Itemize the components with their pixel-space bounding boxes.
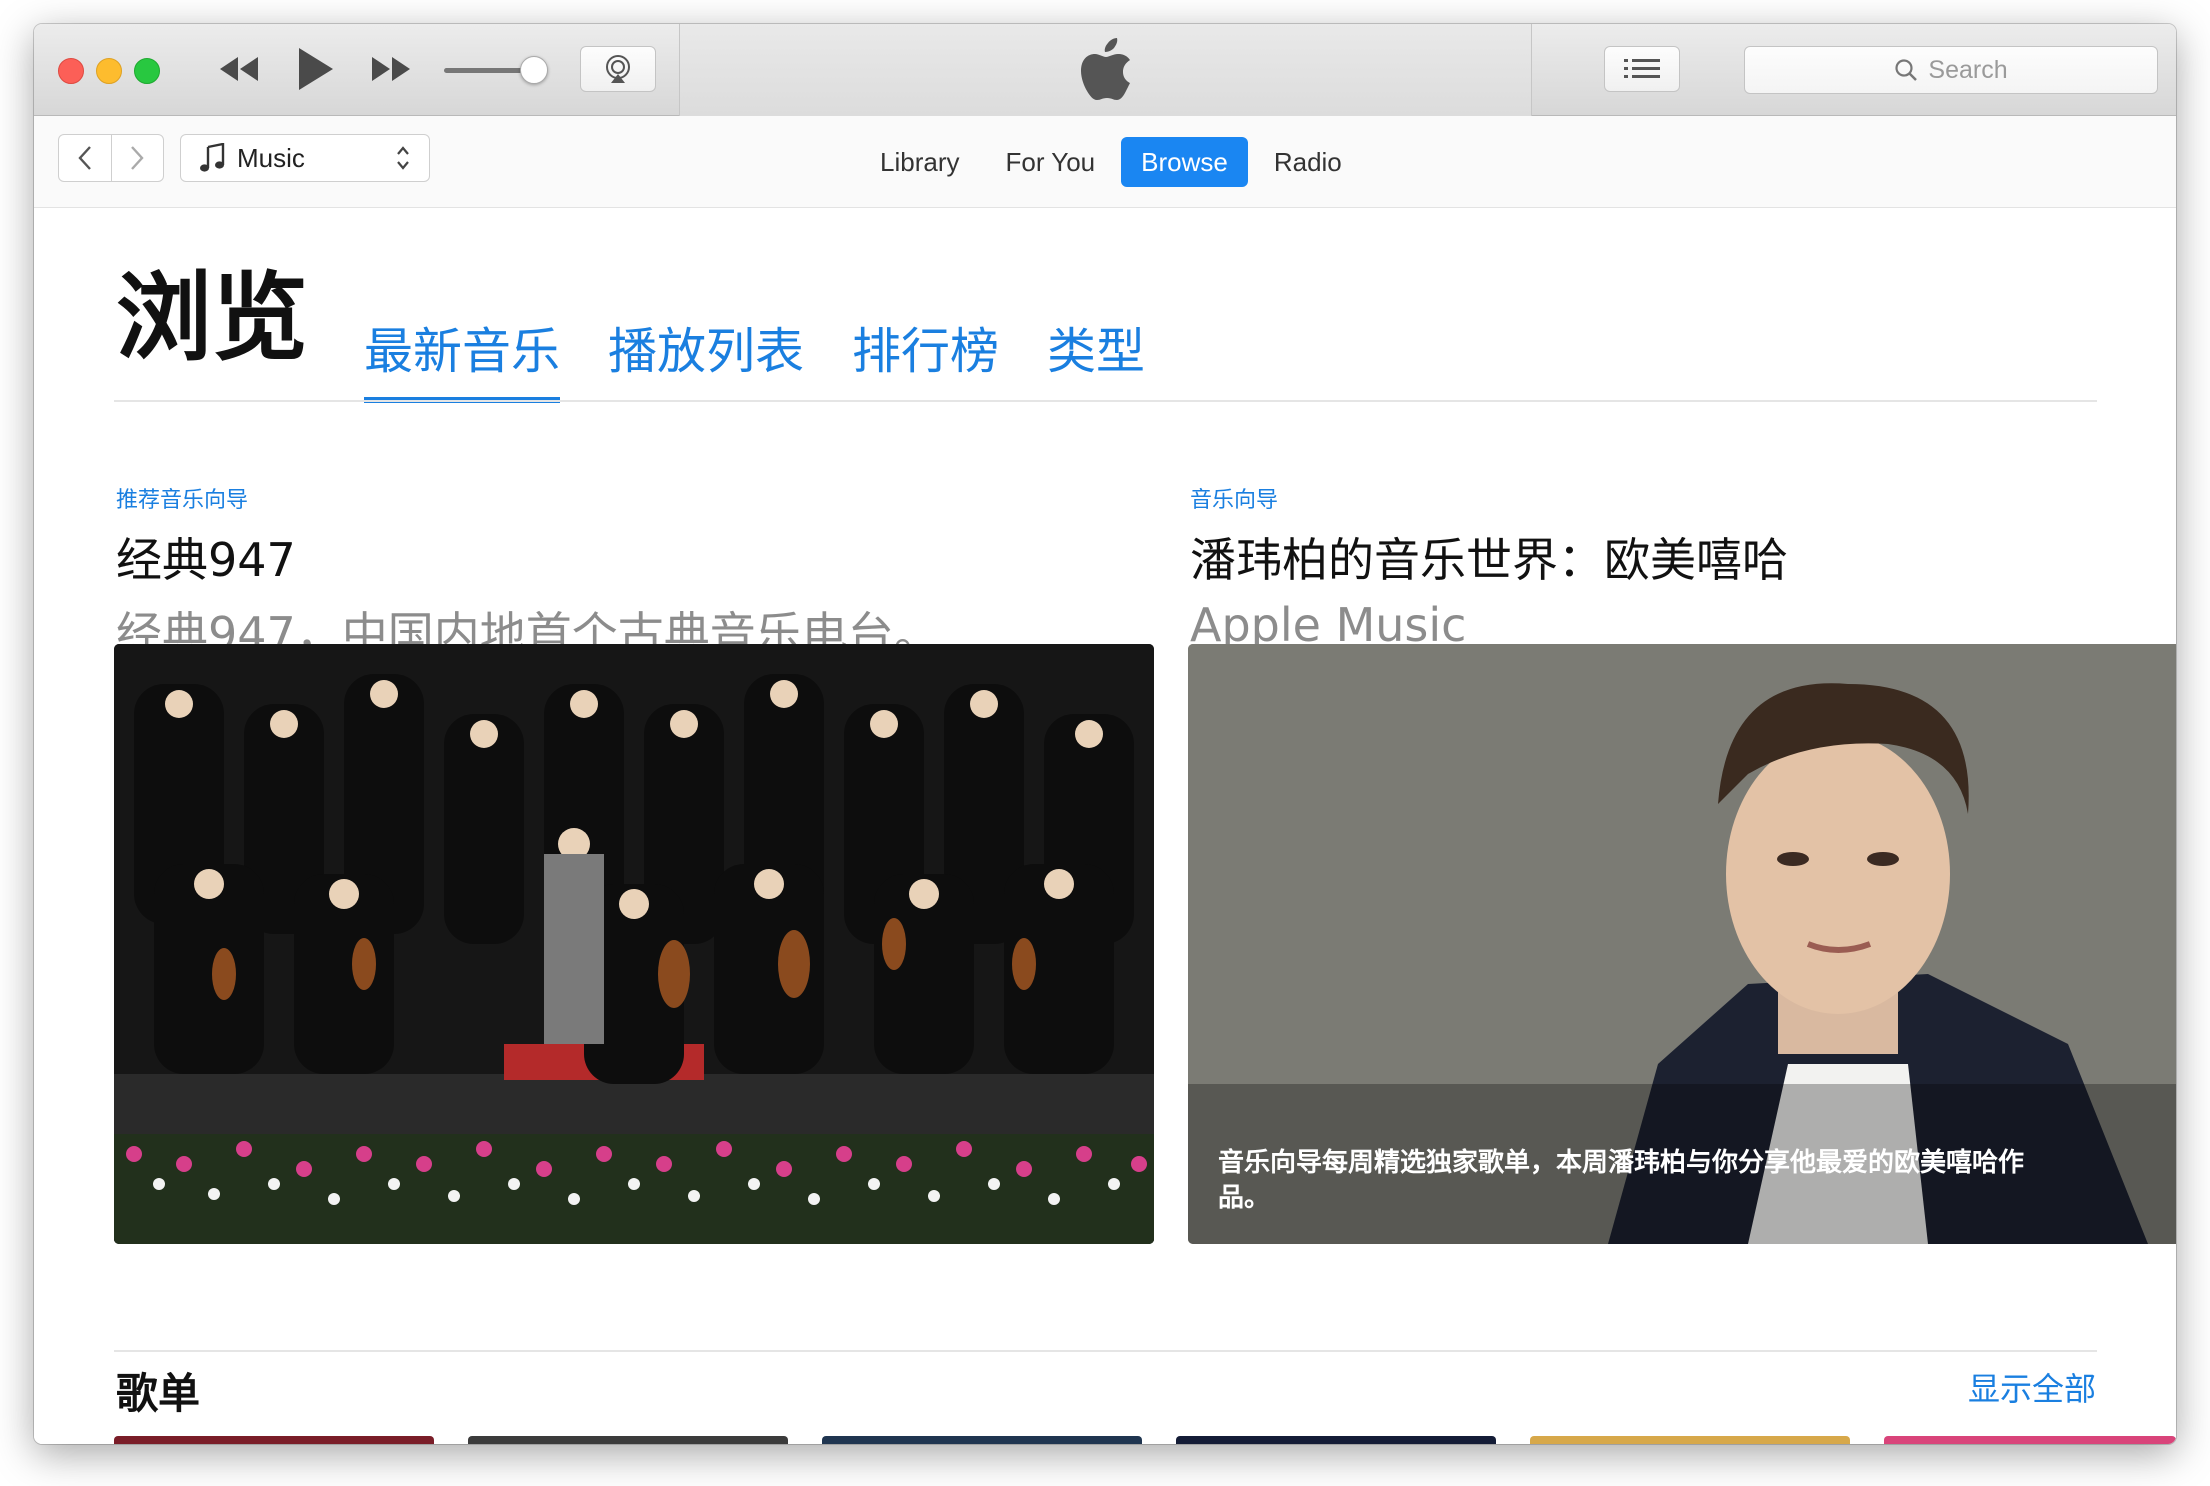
fast-forward-icon xyxy=(372,57,410,81)
playlist-tile[interactable] xyxy=(1176,1436,1496,1444)
minimize-window-button[interactable] xyxy=(96,58,122,84)
search-field[interactable]: Search xyxy=(1744,46,2158,94)
volume-slider-knob[interactable] xyxy=(520,56,548,84)
playlists-section-title: 歌单 xyxy=(116,1369,201,1418)
tab-browse[interactable]: Browse xyxy=(1121,137,1248,187)
forward-button[interactable] xyxy=(112,135,164,181)
chevron-right-icon xyxy=(131,146,144,170)
fast-forward-button[interactable] xyxy=(364,46,418,92)
browse-subtabs: 最新音乐 播放列表 排行榜 类型 xyxy=(364,312,1145,403)
airplay-icon xyxy=(606,55,630,83)
play-button[interactable] xyxy=(288,44,342,94)
subtab-genres[interactable]: 类型 xyxy=(1047,312,1145,403)
close-window-button[interactable] xyxy=(58,58,84,84)
up-next-button[interactable] xyxy=(1604,46,1680,92)
card-title[interactable]: 潘玮柏的音乐世界：欧美嘻哈 xyxy=(1190,524,1788,590)
music-note-icon xyxy=(200,143,225,172)
media-kind-label: Music xyxy=(237,142,305,173)
playlist-tile[interactable] xyxy=(468,1436,788,1444)
rewind-button[interactable] xyxy=(212,46,266,92)
rewind-icon xyxy=(220,57,258,81)
see-all-link[interactable]: 显示全部 xyxy=(1968,1364,2096,1410)
chevron-left-icon xyxy=(78,146,91,170)
updown-chevron-icon xyxy=(395,144,411,172)
search-placeholder: Search xyxy=(1928,55,2008,84)
section-divider xyxy=(114,1350,2097,1352)
subtab-playlists[interactable]: 播放列表 xyxy=(608,312,804,403)
card-title[interactable]: 经典947 xyxy=(116,524,940,590)
itunes-window: Search Music Library For You Browse Radi… xyxy=(34,24,2176,1444)
airplay-button[interactable] xyxy=(580,46,656,92)
apple-logo-icon xyxy=(1080,38,1130,100)
subtab-new-music[interactable]: 最新音乐 xyxy=(364,312,561,403)
tab-radio[interactable]: Radio xyxy=(1254,137,1362,187)
orchestra-artwork[interactable] xyxy=(114,644,1154,1244)
orchestra-photo-illustration xyxy=(114,644,1154,1244)
lcd-display xyxy=(679,24,1532,116)
playlist-tile[interactable] xyxy=(1884,1436,2176,1444)
title-bar: Search xyxy=(34,24,2176,116)
search-icon xyxy=(1895,59,1918,81)
tab-library[interactable]: Library xyxy=(860,137,979,187)
zoom-window-button[interactable] xyxy=(134,58,160,84)
artist-portrait-artwork[interactable]: 音乐向导每周精选独家歌单，本周潘玮柏与你分享他最爱的欧美嘻哈作品。 xyxy=(1188,644,2176,1244)
back-button[interactable] xyxy=(59,135,112,181)
media-kind-selector[interactable]: Music xyxy=(180,134,430,182)
playlist-tile[interactable] xyxy=(114,1436,434,1444)
tab-for-you[interactable]: For You xyxy=(985,137,1115,187)
page-title: 浏览 xyxy=(116,262,308,374)
artwork-caption: 音乐向导每周精选独家歌单，本周潘玮柏与你分享他最爱的欧美嘻哈作品。 xyxy=(1218,1147,2025,1213)
subtab-charts[interactable]: 排行榜 xyxy=(852,312,999,403)
play-icon xyxy=(299,48,333,90)
header-divider xyxy=(114,400,2097,402)
card-eyebrow: 推荐音乐向导 xyxy=(116,488,249,513)
featured-card-hiphop-curator[interactable]: 音乐向导 潘玮柏的音乐世界：欧美嘻哈 Apple Music xyxy=(1190,482,1788,652)
navigation-bar: Music Library For You Browse Radio xyxy=(34,116,2176,208)
playlist-tile[interactable] xyxy=(822,1436,1142,1444)
list-icon xyxy=(1624,59,1660,78)
main-tabs: Library For You Browse Radio xyxy=(860,137,1362,187)
featured-card-classic947[interactable]: 推荐音乐向导 经典947 经典947，中国内地首个古典音乐电台。 xyxy=(116,482,940,664)
history-navigation xyxy=(58,134,164,182)
card-eyebrow: 音乐向导 xyxy=(1190,488,1279,513)
browse-content: 浏览 最新音乐 播放列表 排行榜 类型 推荐音乐向导 经典947 经典947，中… xyxy=(34,208,2176,1444)
playlist-tile[interactable] xyxy=(1530,1436,1850,1444)
